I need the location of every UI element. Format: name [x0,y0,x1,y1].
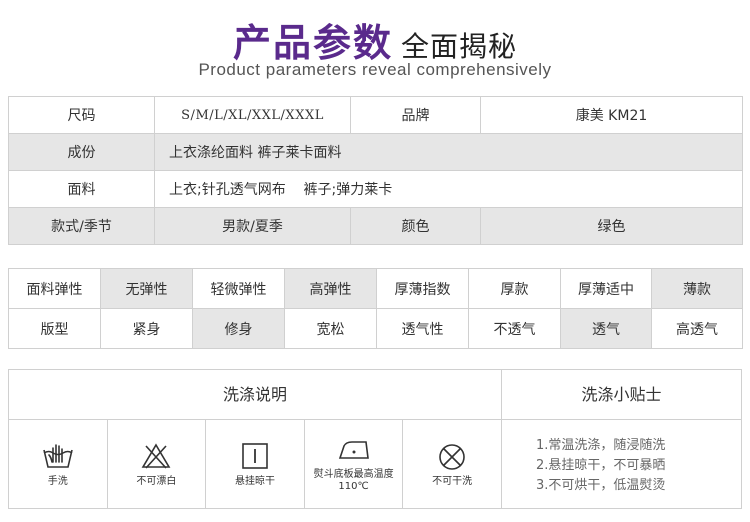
style-value: 男款/夏季 [154,207,351,245]
subtitle: Product parameters reveal comprehensivel… [198,60,552,79]
breathability-label: 透气性 [376,308,469,349]
brand-value: 康美 KM21 [480,96,743,134]
table-row: 版型 紧身 修身 宽松 透气性 不透气 透气 高透气 [8,308,743,349]
wash-icon-cell: 悬挂晾干 [206,420,305,508]
wash-icon-label: 不可干洗 [432,476,473,487]
breathability-high: 高透气 [651,308,743,349]
wash-icons: 手洗 不可漂白 悬挂晾干 熨斗底板最高温度110℃ 不可干洗 [9,420,502,508]
color-label: 颜色 [350,207,481,245]
no-dry-clean-icon [439,444,465,470]
table-row: 面料弹性 无弹性 轻微弹性 高弹性 厚薄指数 厚款 厚薄适中 薄款 [8,268,743,309]
elasticity-slight: 轻微弹性 [192,268,285,309]
fit-loose: 宽松 [284,308,377,349]
composition-value: 上衣涤纶面料 裤子莱卡面料 [154,133,743,171]
tips-title: 洗涤小贴士 [502,370,741,420]
elasticity-high: 高弹性 [284,268,377,309]
wash-icon-cell: 熨斗底板最高温度110℃ [305,420,404,508]
table-row: 成份 上衣涤纶面料 裤子莱卡面料 [8,133,743,171]
title-main: 产品参数 [232,21,393,65]
wash-icon-label: 熨斗底板最高温度110℃ [313,469,394,492]
wash-icon-label: 手洗 [47,476,68,487]
style-label: 款式/季节 [8,207,155,245]
thickness-thick: 厚款 [468,268,561,309]
fabric-label: 面料 [8,170,155,208]
thickness-label: 厚薄指数 [376,268,469,309]
wash-icon-label: 悬挂晾干 [234,476,275,487]
breathability-normal: 透气 [560,308,652,349]
breathability-none: 不透气 [468,308,561,349]
elasticity-none: 无弹性 [100,268,193,309]
no-bleach-icon [141,443,171,469]
title-sub: 全面揭秘 [401,30,518,63]
fit-tight: 紧身 [100,308,193,349]
wash-icon-label: 不可漂白 [136,476,177,487]
color-value: 绿色 [480,207,743,245]
params-table: 尺码 S/M/L/XL/XXL/XXXL 品牌 康美 KM21 成份 上衣涤纶面… [8,96,743,245]
size-value: S/M/L/XL/XXL/XXXL [154,96,351,134]
thickness-thin: 薄款 [651,268,743,309]
hand-wash-icon [43,444,73,468]
header: 产品参数 全面揭秘 Product parameters reveal compr… [0,0,750,90]
hang-dry-icon [242,443,268,469]
properties-table: 面料弹性 无弹性 轻微弹性 高弹性 厚薄指数 厚款 厚薄适中 薄款 版型 紧身 … [8,268,743,349]
table-row: 尺码 S/M/L/XL/XXL/XXXL 品牌 康美 KM21 [8,96,743,134]
tip-item: 3.不可烘干，低温熨烫 [536,478,666,493]
tip-item: 2.悬挂晾干，不可暴晒 [536,458,666,473]
table-row: 面料 上衣;针孔透气网布 裤子;弹力莱卡 [8,170,743,208]
fabric-value: 上衣;针孔透气网布 裤子;弹力莱卡 [154,170,743,208]
fit-label: 版型 [8,308,101,349]
wash-icon-cell: 不可漂白 [108,420,207,508]
composition-label: 成份 [8,133,155,171]
fit-slim: 修身 [192,308,285,349]
thickness-medium: 厚薄适中 [560,268,652,309]
elasticity-label: 面料弹性 [8,268,101,309]
wash-icon-cell: 不可干洗 [403,420,501,508]
wash-title: 洗涤说明 [9,370,502,420]
size-label: 尺码 [8,96,155,134]
brand-label: 品牌 [350,96,481,134]
table-row: 款式/季节 男款/夏季 颜色 绿色 [8,207,743,245]
iron-icon [338,441,369,459]
wash-section: 洗涤说明 洗涤小贴士 手洗 不可漂白 悬挂晾干 熨斗底板最高温度110℃ 不可干… [8,369,742,509]
tip-item: 1.常温洗涤，随浸随洗 [536,438,666,453]
tips-list: 1.常温洗涤，随浸随洗 2.悬挂晾干，不可暴晒 3.不可烘干，低温熨烫 [502,420,741,508]
wash-icon-cell: 手洗 [9,420,108,508]
page-title: 产品参数 全面揭秘 [0,12,750,67]
